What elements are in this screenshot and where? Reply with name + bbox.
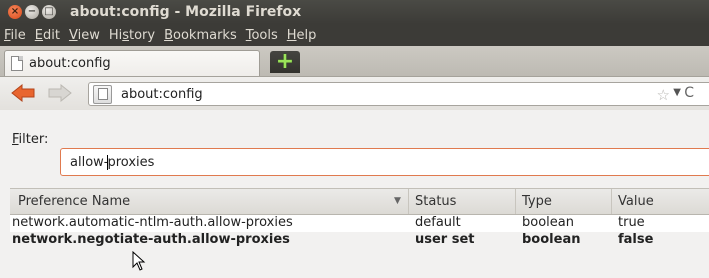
table-row[interactable]: network.automatic-ntlm-auth.allow-proxie…: [10, 215, 709, 232]
about-config-page: Filter: allow-proxies Preference Name ▼ …: [0, 110, 709, 278]
bookmark-star-icon[interactable]: ☆: [657, 86, 670, 104]
menu-edit[interactable]: Edit: [35, 28, 60, 43]
preference-type: boolean: [522, 215, 574, 230]
sort-descending-icon[interactable]: ▼: [394, 196, 401, 206]
page-icon: [11, 56, 23, 71]
menu-help[interactable]: Help: [287, 28, 317, 43]
column-header-type[interactable]: Type: [515, 189, 552, 214]
navigation-toolbar: about:config ☆ ▼ C: [0, 76, 709, 110]
filter-label: Filter:: [12, 132, 49, 147]
preference-value: false: [618, 232, 654, 247]
preference-name: network.automatic-ntlm-auth.allow-proxie…: [12, 215, 293, 230]
url-bar[interactable]: about:config ☆ ▼ C: [88, 82, 709, 106]
minimize-window-button[interactable]: −: [25, 5, 39, 19]
reload-icon[interactable]: C: [684, 85, 694, 101]
menu-view[interactable]: View: [69, 28, 100, 43]
tab-strip: about:config +: [0, 46, 709, 76]
plus-icon: +: [275, 49, 295, 74]
window-title: about:config - Mozilla Firefox: [70, 4, 302, 20]
url-text: about:config: [121, 86, 203, 102]
forward-arrow-icon[interactable]: [48, 84, 72, 102]
tab-label: about:config: [29, 56, 111, 71]
menu-file[interactable]: File: [4, 28, 26, 43]
window-controls: × − □: [8, 5, 56, 19]
table-row[interactable]: network.negotiate-auth.allow-proxies use…: [10, 232, 709, 249]
preference-type: boolean: [522, 232, 581, 247]
column-header-status[interactable]: Status: [408, 189, 456, 214]
close-window-button[interactable]: ×: [8, 5, 22, 19]
preference-value: true: [618, 215, 645, 230]
mouse-pointer-icon: [132, 251, 146, 271]
menu-bar: File Edit View History Bookmarks Tools H…: [0, 24, 709, 46]
url-history-dropdown-icon[interactable]: ▼: [673, 87, 681, 98]
back-arrow-icon[interactable]: [11, 84, 35, 102]
menu-history[interactable]: History: [109, 28, 155, 43]
preference-status: user set: [415, 232, 475, 247]
new-tab-button[interactable]: +: [270, 51, 300, 73]
site-identity-icon[interactable]: [93, 84, 112, 104]
preference-name: network.negotiate-auth.allow-proxies: [12, 232, 290, 247]
maximize-window-button[interactable]: □: [42, 5, 56, 19]
filter-input[interactable]: allow-proxies: [60, 148, 709, 176]
column-header-value[interactable]: Value: [611, 189, 654, 214]
menu-bookmarks[interactable]: Bookmarks: [164, 28, 237, 43]
preferences-table: Preference Name ▼ Status Type Value netw…: [10, 188, 709, 249]
table-header: Preference Name ▼ Status Type Value: [10, 188, 709, 215]
window-titlebar: × − □ about:config - Mozilla Firefox: [0, 0, 709, 24]
column-header-preference-name[interactable]: Preference Name: [18, 194, 130, 209]
preference-status: default: [415, 215, 461, 230]
tab-about-config[interactable]: about:config: [4, 50, 260, 76]
menu-tools[interactable]: Tools: [246, 28, 278, 43]
